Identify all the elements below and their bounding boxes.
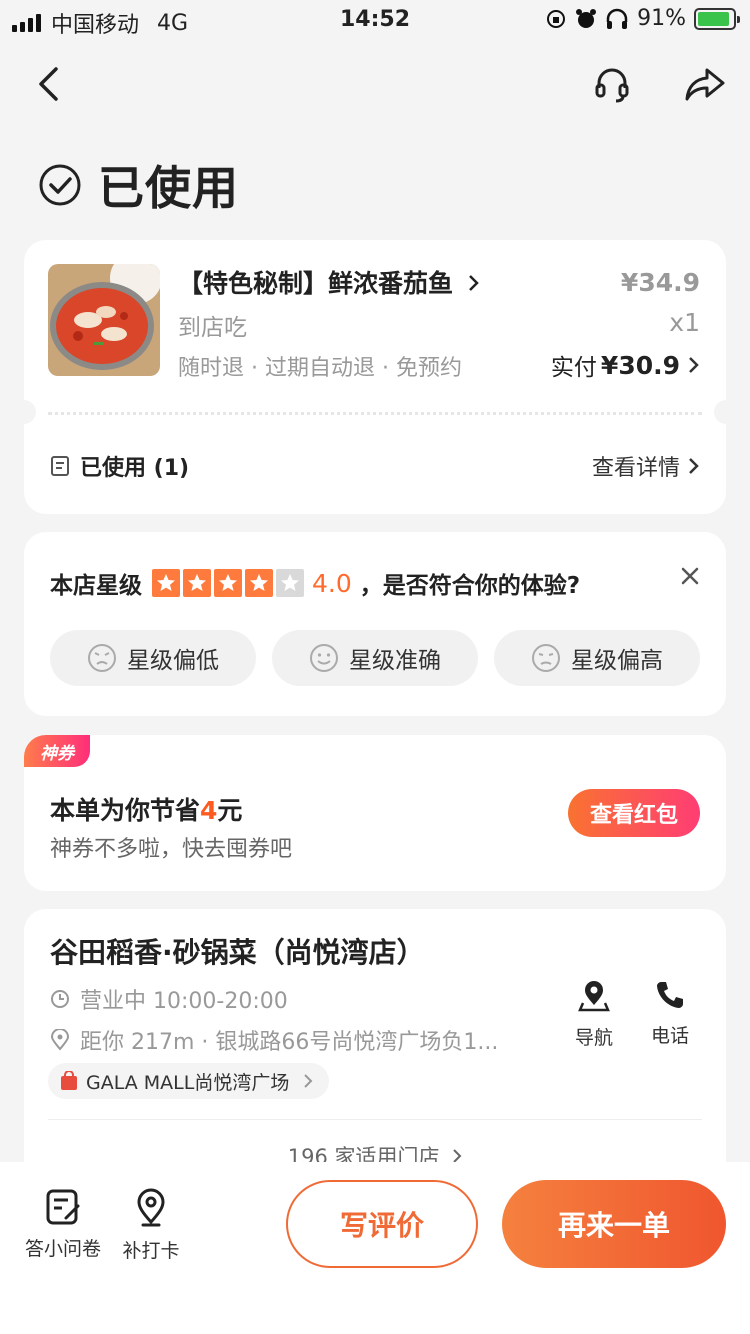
location-pin-icon <box>50 1029 70 1051</box>
unhappy-face-icon <box>532 644 560 672</box>
original-price: ¥34.9 <box>620 268 700 297</box>
headset-icon <box>595 68 629 103</box>
rating-accurate-label: 星级准确 <box>349 648 441 674</box>
coupon-title-prefix: 本单为你节省 <box>50 796 201 825</box>
reorder-button[interactable]: 再来一单 <box>502 1180 726 1268</box>
rating-low-button[interactable]: 星级偏低 <box>50 630 256 686</box>
dotted-divider <box>48 412 702 415</box>
store-hours: 营业中 10:00-20:00 <box>80 989 288 1014</box>
coupon-title-suffix: 元 <box>217 796 243 825</box>
food-image[interactable] <box>48 264 160 376</box>
rotation-lock-icon <box>547 9 566 28</box>
chevron-right-icon <box>304 1074 313 1088</box>
ticket-notch-left <box>12 400 36 424</box>
alarm-icon <box>576 8 597 28</box>
rating-low-label: 星级偏低 <box>127 648 219 674</box>
bottom-action-bar: 答小问卷 补打卡 写评价 再来一单 <box>0 1162 750 1334</box>
chevron-right-icon <box>689 458 699 474</box>
coupon-subtitle: 神券不多啦，快去囤券吧 <box>50 837 293 862</box>
view-red-packet-button[interactable]: 查看红包 <box>568 789 700 837</box>
store-distance-address: 距你 217m · 银城路66号尚悦湾广场负1... <box>80 1030 499 1055</box>
back-button[interactable] <box>28 62 68 106</box>
chevron-right-icon <box>689 357 699 373</box>
view-details-link[interactable]: 查看详情 <box>592 450 700 482</box>
rating-label: 本店星级 <box>50 573 142 599</box>
star-icon <box>245 569 273 597</box>
document-icon <box>51 456 69 476</box>
share-button[interactable] <box>680 62 730 106</box>
rating-row: 本店星级 4.0 ，是否符合你的体验? <box>50 566 580 600</box>
rating-card: 本店星级 4.0 ，是否符合你的体验? 星级偏低 星级准确 星级偏高 <box>24 532 726 716</box>
item-tags: 随时退 · 过期自动退 · 免预约 <box>178 356 462 381</box>
clock-icon <box>51 990 69 1008</box>
mall-tag[interactable]: GALA MALL尚悦湾广场 <box>48 1063 330 1099</box>
navigation-button[interactable]: 导航 <box>564 979 624 1050</box>
view-details-label: 查看详情 <box>591 456 680 481</box>
map-pin-icon <box>137 1188 165 1227</box>
star-icon <box>183 569 211 597</box>
battery-icon <box>694 7 740 30</box>
star-empty-icon <box>276 569 304 597</box>
coupon-card: 神券 本单为你节省4元 神券不多啦，快去囤券吧 查看红包 <box>24 735 726 891</box>
page-header: 已使用 <box>38 152 239 218</box>
check-circle-icon <box>39 164 81 206</box>
navigation-pin-icon <box>578 981 610 1012</box>
checkin-label: 补打卡 <box>122 1240 180 1262</box>
checkin-button[interactable]: 补打卡 <box>106 1188 196 1263</box>
phone-label: 电话 <box>650 1025 689 1047</box>
shopping-bag-icon <box>61 1071 77 1090</box>
star-icon <box>152 569 180 597</box>
store-hours-row: 营业中 10:00-20:00 <box>50 983 288 1015</box>
store-name[interactable]: 谷田稻香·砂锅菜（尚悦湾店） <box>50 931 425 971</box>
paid-amount: ¥30.9 <box>600 350 680 380</box>
sad-face-icon <box>88 644 116 672</box>
star-rating <box>152 569 304 597</box>
item-name-link[interactable]: 【特色秘制】鲜浓番茄鱼 <box>178 264 480 300</box>
status-bar: 中国移动 4G 14:52 91% <box>0 0 750 40</box>
order-card: 【特色秘制】鲜浓番茄鱼 到店吃 随时退 · 过期自动退 · 免预约 ¥34.9 … <box>12 240 738 514</box>
coupon-amount: 4 <box>200 796 218 825</box>
mall-name: GALA MALL尚悦湾广场 <box>86 1071 290 1094</box>
survey-button[interactable]: 答小问卷 <box>18 1188 108 1261</box>
rating-value: 4.0 <box>312 568 352 598</box>
survey-label: 答小问卷 <box>24 1238 101 1260</box>
smile-face-icon <box>310 644 338 672</box>
item-name: 【特色秘制】鲜浓番茄鱼 <box>178 269 454 298</box>
quantity: x1 <box>669 308 700 337</box>
navigation-label: 导航 <box>574 1027 613 1049</box>
ticket-notch-right <box>714 400 738 424</box>
phone-icon <box>657 982 683 1008</box>
item-sub: 到店吃 <box>178 315 247 341</box>
customer-service-button[interactable] <box>590 62 634 106</box>
divider <box>48 1119 702 1120</box>
paid-label: 实付 <box>550 355 597 381</box>
rating-question: ，是否符合你的体验? <box>359 573 581 599</box>
page-title: 已使用 <box>98 161 239 215</box>
phone-button[interactable]: 电话 <box>640 979 700 1048</box>
coupon-badge: 神券 <box>24 735 90 767</box>
star-icon <box>214 569 242 597</box>
used-label: 已使用 (1) <box>80 456 190 481</box>
battery-percent: 91% <box>637 6 686 31</box>
used-status: 已使用 (1) <box>50 450 189 482</box>
coupon-title: 本单为你节省4元 <box>50 791 242 827</box>
survey-icon <box>46 1189 80 1225</box>
paid-amount-link[interactable]: 实付 ¥30.9 <box>551 348 700 382</box>
rating-high-button[interactable]: 星级偏高 <box>494 630 700 686</box>
chevron-left-icon <box>39 67 58 101</box>
store-address-row[interactable]: 距你 217m · 银城路66号尚悦湾广场负1... <box>50 1024 498 1056</box>
rating-accurate-button[interactable]: 星级准确 <box>272 630 478 686</box>
rating-high-label: 星级偏高 <box>571 648 663 674</box>
write-review-button[interactable]: 写评价 <box>286 1180 478 1268</box>
close-icon <box>681 567 699 585</box>
share-icon <box>685 68 725 101</box>
chevron-right-icon <box>468 275 479 291</box>
close-rating-button[interactable] <box>680 566 700 590</box>
headphones-icon <box>606 8 628 29</box>
